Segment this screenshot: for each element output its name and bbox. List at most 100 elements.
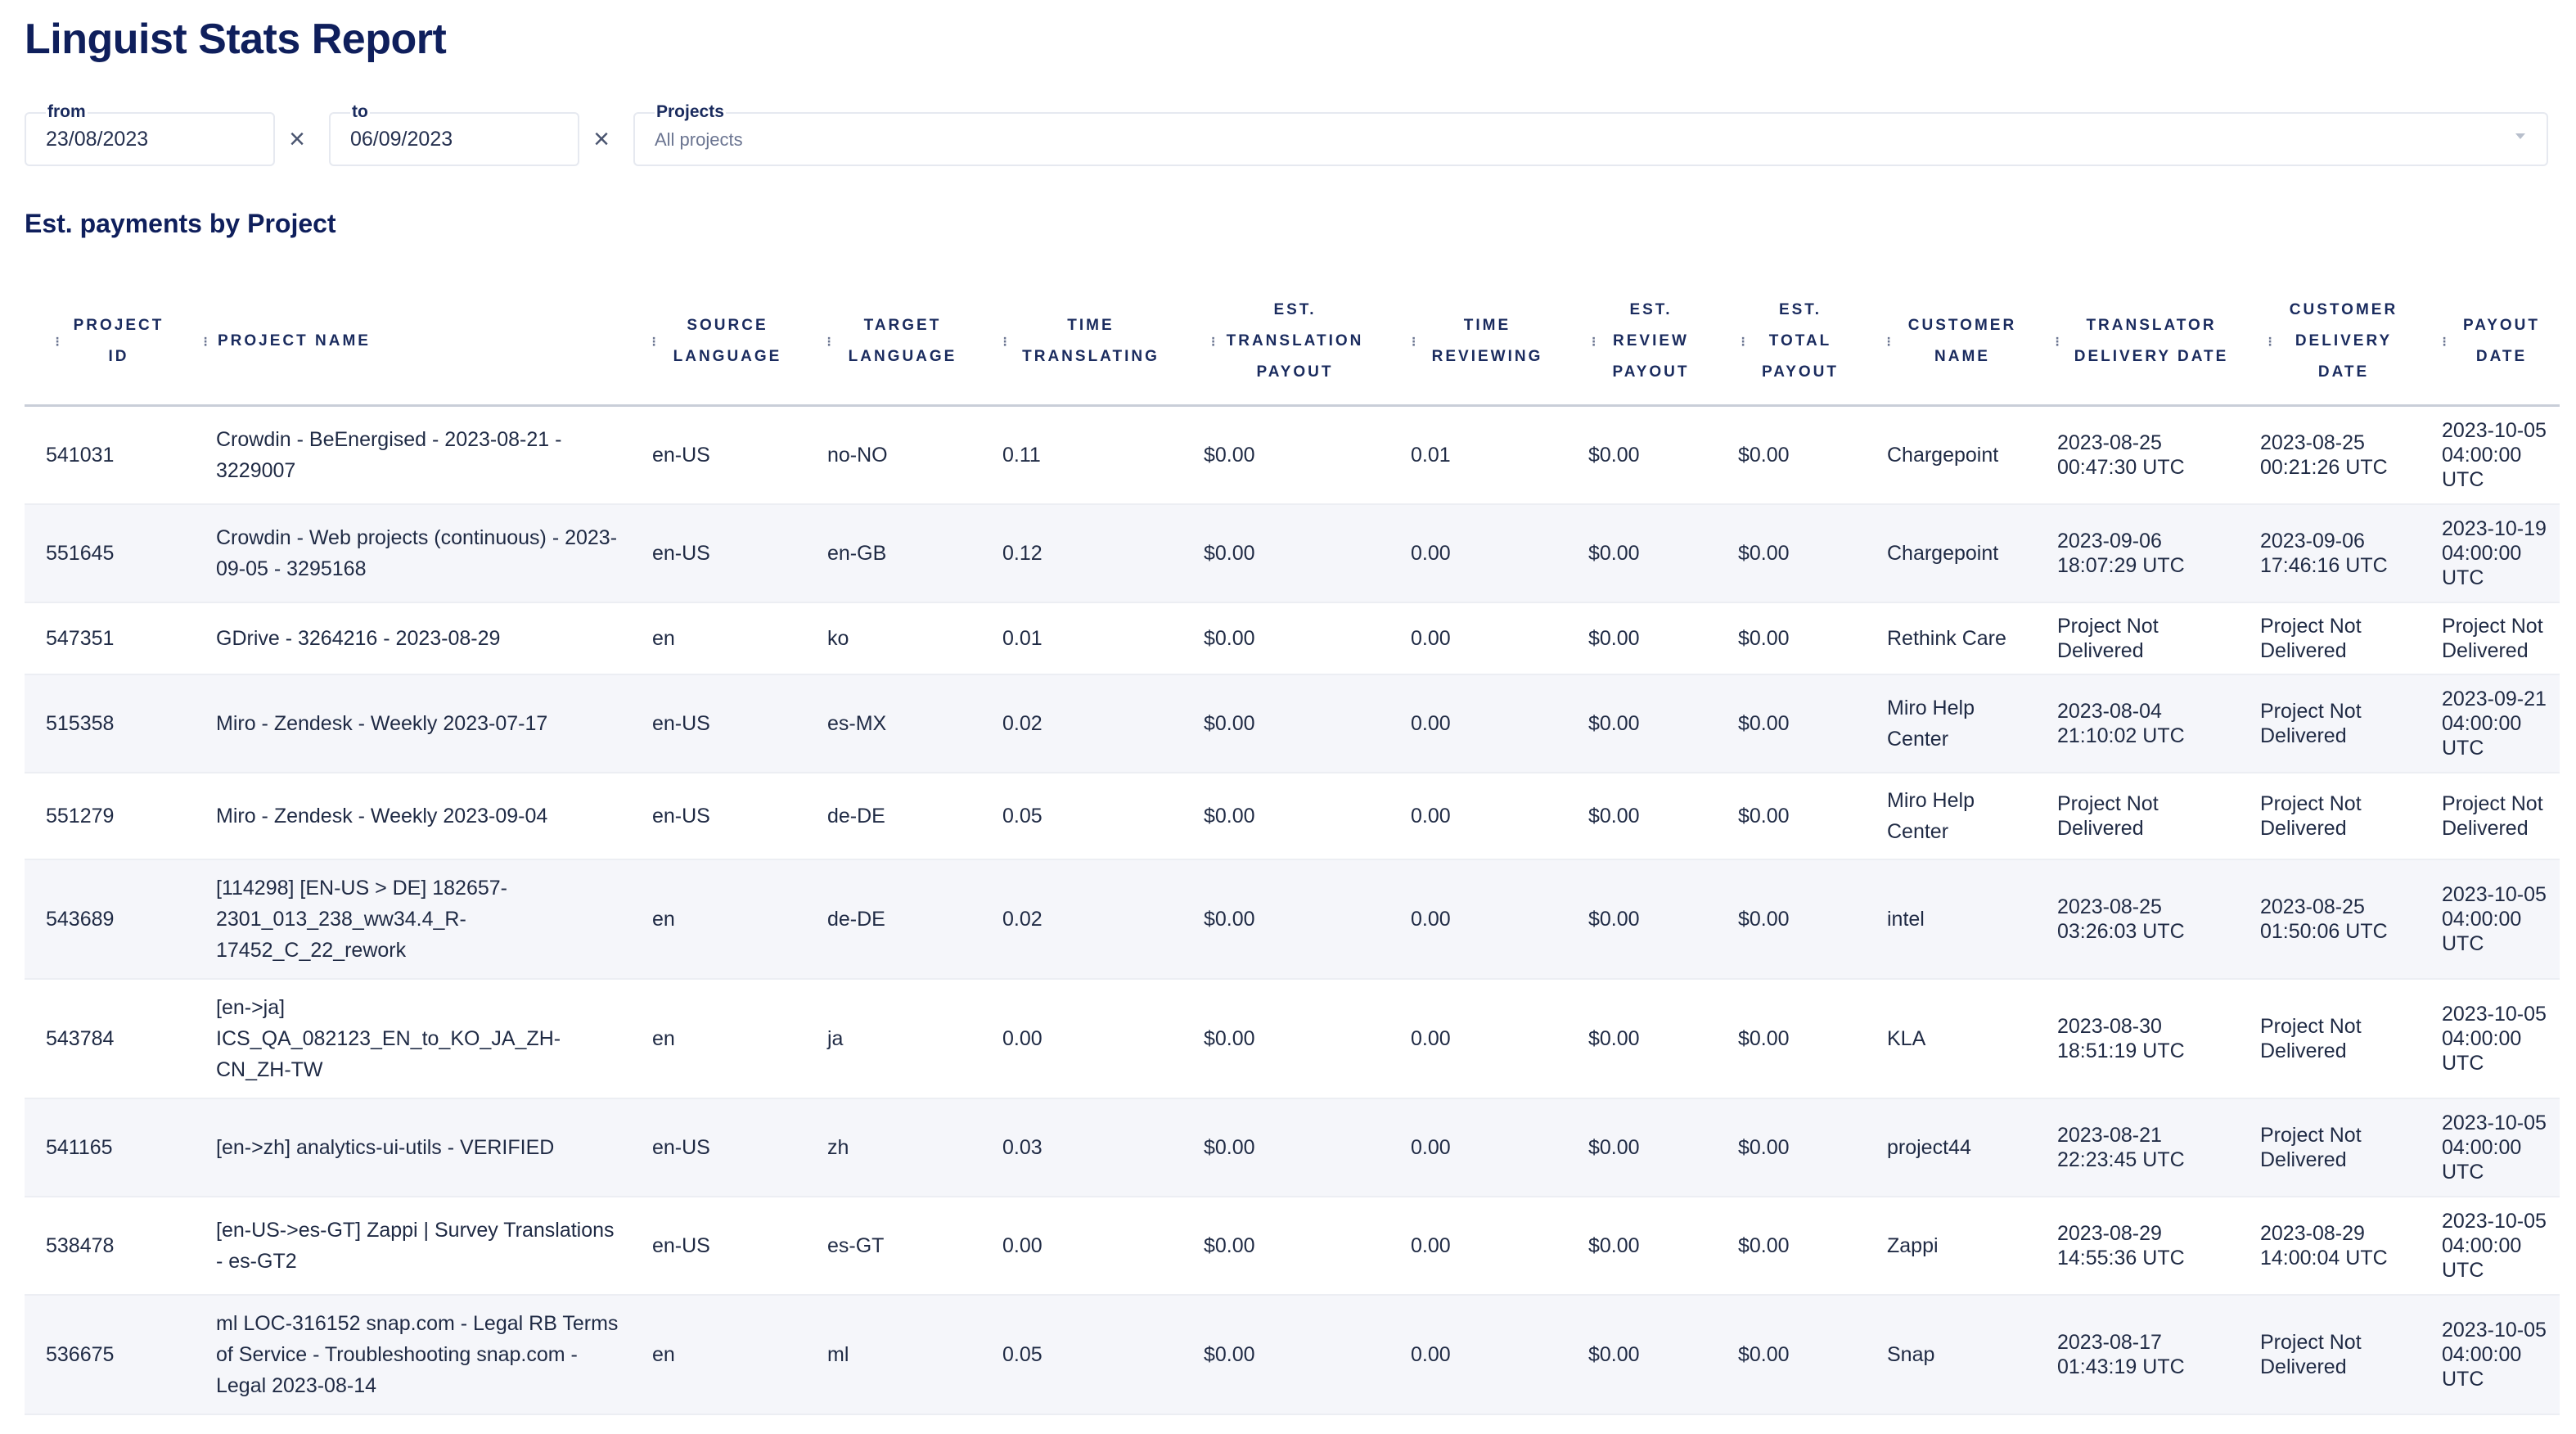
- table-cell: 2023-08-25 01:50:06 UTC: [2244, 859, 2425, 980]
- column-header[interactable]: ⋮ Time Translating: [981, 278, 1182, 407]
- table-cell: 2023-08-29 14:55:36 UTC: [2041, 1196, 2244, 1296]
- table-cell: Project Not Delivered: [2425, 772, 2560, 860]
- column-header-label: Est. Review Payout: [1612, 301, 1690, 381]
- sort-icon[interactable]: ⋮: [999, 336, 1011, 347]
- table-cell: ml LOC-316152 snap.com - Legal RB Terms …: [195, 1294, 631, 1415]
- sort-icon[interactable]: ⋮: [52, 336, 63, 347]
- projects-select[interactable]: Projects All projects: [633, 102, 2548, 166]
- table-row[interactable]: 541165 [en->zh] analytics-ui-utils - VERI…: [25, 1098, 2560, 1197]
- column-header[interactable]: ⋮ Project Name: [195, 278, 631, 407]
- table-cell: $0.00: [1182, 1098, 1389, 1197]
- table-row[interactable]: 536675 ml LOC-316152 snap.com - Legal RB …: [25, 1294, 2560, 1415]
- table-cell: en-US: [631, 772, 806, 860]
- table-cell: Miro Help Center: [1866, 772, 2041, 860]
- sort-icon[interactable]: ⋮: [200, 336, 211, 347]
- column-header[interactable]: ⋮ Est. Review Payout: [1567, 278, 1717, 407]
- table-cell: Project Not Delivered: [2244, 1294, 2425, 1415]
- column-header-label: Customer Name: [1907, 317, 2017, 365]
- column-header[interactable]: ⋮ Target Language: [806, 278, 981, 407]
- table-cell: 0.00: [1389, 602, 1567, 675]
- table-cell: Rethink Care: [1866, 602, 2041, 675]
- table-cell: 0.00: [1389, 859, 1567, 980]
- table-row[interactable]: 551645 Crowdin - Web projects (continuous…: [25, 503, 2560, 603]
- table-cell: 0.02: [981, 674, 1182, 773]
- table-cell: Project Not Delivered: [2425, 602, 2560, 675]
- table-cell: en-US: [631, 1098, 806, 1197]
- table-row[interactable]: 515358 Miro - Zendesk - Weekly 2023-07-17…: [25, 674, 2560, 773]
- to-date-value[interactable]: 06/09/2023: [350, 128, 453, 151]
- sort-icon[interactable]: ⋮: [2051, 336, 2063, 347]
- table-cell: $0.00: [1717, 1294, 1866, 1415]
- table-cell: 0.00: [1389, 674, 1567, 773]
- table-row[interactable]: 547351 GDrive - 3264216 - 2023-08-29 en ko 0…: [25, 602, 2560, 675]
- column-header[interactable]: ⋮ Time Reviewing: [1389, 278, 1567, 407]
- column-header-label: Est. Total Payout: [1761, 301, 1840, 381]
- table-cell: Project Not Delivered: [2244, 978, 2425, 1099]
- table-cell: zh: [806, 1098, 981, 1197]
- table-cell: Chargepoint: [1866, 503, 2041, 603]
- table-cell: 2023-08-04 21:10:02 UTC: [2041, 674, 2244, 773]
- table-cell: 0.01: [981, 602, 1182, 675]
- from-date-value[interactable]: 23/08/2023: [46, 128, 148, 151]
- table-cell: $0.00: [1567, 859, 1717, 980]
- table-cell: $0.00: [1567, 772, 1717, 860]
- sort-icon[interactable]: ⋮: [1588, 336, 1600, 347]
- table-cell: $0.00: [1182, 602, 1389, 675]
- table-row[interactable]: 543689 [114298] [EN-US > DE] 182657-2301_…: [25, 859, 2560, 980]
- sort-icon[interactable]: ⋮: [823, 336, 835, 347]
- table-cell: $0.00: [1182, 1294, 1389, 1415]
- table-cell: 0.11: [981, 405, 1182, 505]
- table-cell: project44: [1866, 1098, 2041, 1197]
- to-date-field[interactable]: to 06/09/2023: [329, 102, 579, 166]
- table-cell: $0.00: [1567, 503, 1717, 603]
- table-cell: KLA: [1866, 978, 2041, 1099]
- sort-icon[interactable]: ⋮: [1883, 336, 1894, 347]
- from-date-field[interactable]: from 23/08/2023: [25, 102, 275, 166]
- table-row[interactable]: 541031 Crowdin - BeEnergised - 2023-08-21…: [25, 405, 2560, 505]
- chevron-down-icon[interactable]: [2515, 133, 2525, 139]
- sort-icon[interactable]: ⋮: [648, 336, 660, 347]
- table-cell: 0.03: [981, 1098, 1182, 1197]
- table-cell: [en-US->es-GT] Zappi | Survey Translatio…: [195, 1196, 631, 1296]
- column-header[interactable]: ⋮ Customer Name: [1866, 278, 2041, 407]
- table-cell: Project Not Delivered: [2244, 674, 2425, 773]
- table-cell: 0.00: [1389, 978, 1567, 1099]
- projects-label: Projects: [655, 102, 726, 122]
- column-header-label: Customer Delivery Date: [2289, 301, 2398, 381]
- table-row[interactable]: 538478 [en-US->es-GT] Zappi | Survey Tran…: [25, 1196, 2560, 1296]
- table-cell: en-US: [631, 405, 806, 505]
- column-header[interactable]: ⋮ Payout Date: [2425, 278, 2560, 407]
- column-header[interactable]: ⋮ Customer Delivery Date: [2244, 278, 2425, 407]
- table-cell: de-DE: [806, 772, 981, 860]
- table-cell: 547351: [25, 602, 195, 675]
- column-header[interactable]: ⋮ Source Language: [631, 278, 806, 407]
- table-cell: 0.00: [1389, 1196, 1567, 1296]
- table-cell: $0.00: [1717, 602, 1866, 675]
- table-row[interactable]: 551279 Miro - Zendesk - Weekly 2023-09-04…: [25, 772, 2560, 860]
- sort-icon[interactable]: ⋮: [2439, 336, 2450, 347]
- sort-icon[interactable]: ⋮: [1208, 336, 1219, 347]
- table-cell: Crowdin - BeEnergised - 2023-08-21 - 322…: [195, 405, 631, 505]
- clear-to-date-icon[interactable]: ×: [589, 123, 614, 156]
- clear-from-date-icon[interactable]: ×: [285, 123, 309, 156]
- table-cell: Crowdin - Web projects (continuous) - 20…: [195, 503, 631, 603]
- table-cell: $0.00: [1717, 1196, 1866, 1296]
- table-cell: en: [631, 602, 806, 675]
- sort-icon[interactable]: ⋮: [1737, 336, 1749, 347]
- table-cell: $0.00: [1182, 859, 1389, 980]
- table-cell: ko: [806, 602, 981, 675]
- sort-icon[interactable]: ⋮: [1408, 336, 1420, 347]
- table-cell: [en->ja] ICS_QA_082123_EN_to_KO_JA_ZH-CN…: [195, 978, 631, 1099]
- column-header-label: Project Name: [218, 331, 371, 349]
- column-header[interactable]: ⋮ Est. Total Payout: [1717, 278, 1866, 407]
- column-header[interactable]: ⋮ Est. Translation Payout: [1182, 278, 1389, 407]
- from-date-label: from: [46, 102, 88, 122]
- table-cell: 0.05: [981, 1294, 1182, 1415]
- sort-icon[interactable]: ⋮: [2264, 336, 2276, 347]
- table-cell: $0.00: [1182, 674, 1389, 773]
- column-header[interactable]: ⋮ Translator Delivery Date: [2041, 278, 2244, 407]
- table-cell: $0.00: [1717, 978, 1866, 1099]
- table-cell: 2023-10-05 04:00:00 UTC: [2425, 1294, 2560, 1415]
- table-row[interactable]: 543784 [en->ja] ICS_QA_082123_EN_to_KO_JA…: [25, 978, 2560, 1099]
- column-header[interactable]: ⋮ Project ID: [25, 278, 195, 407]
